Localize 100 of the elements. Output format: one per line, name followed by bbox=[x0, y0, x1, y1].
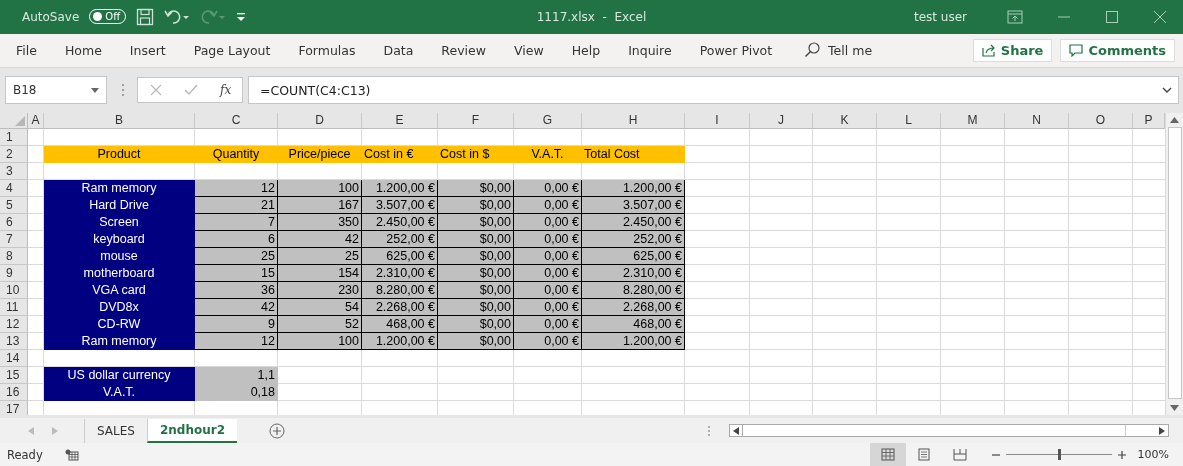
row-number[interactable]: 15 bbox=[0, 367, 28, 385]
column-header[interactable]: P bbox=[1133, 113, 1165, 130]
more-icon bbox=[707, 424, 711, 437]
row-number[interactable]: 7 bbox=[0, 231, 28, 249]
ribbon-tab[interactable]: Page Layout bbox=[193, 42, 271, 58]
column-header[interactable]: A bbox=[28, 113, 44, 130]
table-cell: 230 bbox=[278, 282, 362, 300]
add-sheet-icon[interactable] bbox=[269, 422, 286, 439]
table-cell: 3.507,00 € bbox=[582, 197, 685, 215]
row-number[interactable]: 9 bbox=[0, 265, 28, 283]
column-header[interactable]: I bbox=[685, 113, 750, 130]
page-break-icon bbox=[952, 448, 967, 461]
column-header[interactable]: B bbox=[44, 113, 195, 130]
table-cell: V.A.T. bbox=[44, 384, 195, 402]
cancel-icon[interactable] bbox=[150, 84, 162, 97]
ribbon-display-icon[interactable] bbox=[1007, 9, 1023, 24]
scroll-right-icon[interactable] bbox=[1159, 426, 1165, 435]
table-cell: keyboard bbox=[44, 231, 195, 249]
table-cell: 0,00 € bbox=[514, 299, 582, 317]
comments-button[interactable]: Comments bbox=[1060, 38, 1175, 62]
column-header[interactable]: G bbox=[514, 113, 582, 130]
close-icon[interactable] bbox=[1153, 9, 1167, 24]
ribbon-tab[interactable]: File bbox=[16, 42, 37, 58]
maximize-icon[interactable] bbox=[1105, 9, 1119, 24]
table-cell: $0,00 bbox=[438, 197, 514, 215]
customize-icon[interactable] bbox=[236, 10, 247, 23]
row-number[interactable]: 2 bbox=[0, 146, 28, 164]
scroll-down-icon[interactable] bbox=[1170, 405, 1179, 412]
ribbon-tab[interactable]: Inquire bbox=[628, 42, 672, 58]
table-cell: Ram memory bbox=[44, 333, 195, 351]
ribbon-tab[interactable]: Formulas bbox=[298, 42, 356, 58]
row-number[interactable]: 17 bbox=[0, 401, 28, 416]
ribbon-tab[interactable]: Home bbox=[64, 42, 102, 58]
table-cell: 2.450,00 € bbox=[582, 214, 685, 232]
share-icon bbox=[981, 43, 996, 58]
column-header[interactable]: K bbox=[813, 113, 877, 130]
zoom-level[interactable]: 100% bbox=[1137, 448, 1169, 461]
table-cell: 1.200,00 € bbox=[582, 333, 685, 351]
table-cell: $0,00 bbox=[438, 248, 514, 266]
undo-icon[interactable] bbox=[164, 7, 191, 26]
sheet-tab[interactable]: SALES bbox=[84, 418, 147, 443]
column-header[interactable]: E bbox=[362, 113, 438, 130]
row-number[interactable]: 10 bbox=[0, 282, 28, 300]
row-number[interactable]: 14 bbox=[0, 350, 28, 368]
table-cell: 0,00 € bbox=[514, 231, 582, 249]
column-header[interactable]: J bbox=[750, 113, 813, 130]
column-header[interactable]: L bbox=[877, 113, 941, 130]
column-header[interactable]: F bbox=[438, 113, 514, 130]
scrollbar-thumb[interactable] bbox=[1167, 127, 1182, 400]
row-number[interactable]: 12 bbox=[0, 316, 28, 334]
row-number[interactable]: 5 bbox=[0, 197, 28, 215]
tell-me-search[interactable]: Tell me bbox=[804, 42, 873, 59]
row-number[interactable]: 16 bbox=[0, 384, 28, 402]
row-number[interactable]: 6 bbox=[0, 214, 28, 232]
column-header[interactable]: O bbox=[1069, 113, 1133, 130]
name-box[interactable]: B18 bbox=[5, 76, 107, 105]
table-cell: 9 bbox=[195, 316, 278, 334]
column-header[interactable]: C bbox=[195, 113, 278, 130]
ribbon-tab[interactable]: Data bbox=[383, 42, 414, 58]
insert-function-button[interactable]: fx bbox=[220, 83, 232, 98]
row-number[interactable]: 1 bbox=[0, 129, 28, 147]
table-cell: 42 bbox=[278, 231, 362, 249]
row-number[interactable]: 13 bbox=[0, 333, 28, 351]
table-cell: $0,00 bbox=[438, 316, 514, 334]
table-cell: 0,00 € bbox=[514, 265, 582, 283]
column-header[interactable]: N bbox=[1005, 113, 1069, 130]
horizontal-scrollbar[interactable] bbox=[729, 424, 1169, 438]
column-header[interactable]: M bbox=[941, 113, 1005, 130]
table-cell: 252,00 € bbox=[362, 231, 438, 249]
autosave-label: AutoSave bbox=[22, 9, 80, 24]
table-cell: 2.310,00 € bbox=[582, 265, 685, 283]
ribbon-tab[interactable]: Insert bbox=[129, 42, 166, 58]
ribbon-tab[interactable]: Help bbox=[571, 42, 601, 58]
expand-icon[interactable] bbox=[1162, 87, 1172, 94]
table-cell: 0,00 € bbox=[514, 180, 582, 198]
share-button[interactable]: Share bbox=[972, 38, 1053, 62]
table-cell: 0,00 € bbox=[514, 248, 582, 266]
sheet-tab[interactable]: 2ndhour2 bbox=[146, 418, 238, 443]
scroll-up-icon[interactable] bbox=[1170, 117, 1179, 124]
table-cell: 52 bbox=[278, 316, 362, 334]
ribbon-tab[interactable]: View bbox=[513, 42, 544, 58]
view-button[interactable] bbox=[869, 443, 906, 466]
ribbon-tab[interactable]: Review bbox=[441, 42, 486, 58]
table-cell: 0,00 € bbox=[514, 282, 582, 300]
zoom-in-icon[interactable] bbox=[1117, 450, 1126, 459]
row-number[interactable]: 3 bbox=[0, 163, 28, 181]
table-cell: 0,00 € bbox=[514, 197, 582, 215]
formula-field[interactable]: =COUNT(C4:C13) bbox=[248, 76, 1179, 105]
scroll-left-icon[interactable] bbox=[733, 426, 739, 435]
row-number[interactable]: 11 bbox=[0, 299, 28, 317]
save-icon[interactable] bbox=[136, 7, 155, 26]
row-number[interactable]: 4 bbox=[0, 180, 28, 198]
table-cell: Cost in $ bbox=[438, 146, 514, 164]
column-header[interactable]: H bbox=[582, 113, 685, 130]
enter-icon[interactable] bbox=[184, 84, 198, 97]
column-header[interactable]: D bbox=[278, 113, 362, 130]
window-title: 1117.xlsx - Excel bbox=[535, 9, 648, 24]
ribbon-tab[interactable]: Power Pivot bbox=[699, 42, 773, 58]
macro-icon[interactable] bbox=[64, 448, 79, 461]
row-number[interactable]: 8 bbox=[0, 248, 28, 266]
